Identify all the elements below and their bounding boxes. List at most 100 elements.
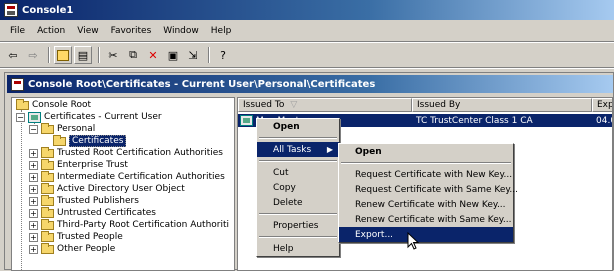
- tree-label: Personal: [57, 124, 96, 134]
- column-issued-to[interactable]: Issued To ▽: [238, 98, 412, 112]
- forward-arrow-icon[interactable]: ⇨: [24, 46, 42, 64]
- tree-item-enterprise-trust[interactable]: + Enterprise Trust: [29, 158, 128, 171]
- show-tree-icon[interactable]: ▤: [74, 46, 92, 64]
- folder-icon: [41, 182, 54, 194]
- window-title: Console1: [22, 4, 74, 16]
- folder-icon: [41, 194, 54, 206]
- tree-item-certificates-current-user[interactable]: − Certificates - Current User: [16, 111, 162, 123]
- copy-icon[interactable]: ⧉: [124, 46, 142, 64]
- expand-icon[interactable]: +: [29, 184, 38, 194]
- expand-icon[interactable]: +: [29, 196, 38, 206]
- menu-separator: [0, 41, 614, 43]
- menu-bar: File Action View Favorites Window Help: [0, 22, 614, 40]
- toolbar-separator: [48, 47, 50, 63]
- folder-icon: [41, 170, 54, 182]
- menu-item-request-new-key[interactable]: Request Certificate with New Key...: [339, 167, 513, 182]
- up-folder-icon[interactable]: [54, 46, 72, 64]
- tree-label: Trusted People: [57, 232, 123, 242]
- menu-item-cut[interactable]: Cut: [257, 165, 339, 180]
- menu-item-properties[interactable]: Properties: [257, 218, 339, 233]
- tree-item-intermediate-ca[interactable]: + Intermediate Certification Authorities: [29, 170, 225, 183]
- menu-item-renew-new-key[interactable]: Renew Certificate with New Key...: [339, 197, 513, 212]
- menu-item-all-tasks[interactable]: All Tasks ▶: [257, 142, 339, 157]
- mmc-child-icon: [11, 77, 24, 91]
- menu-separator: [259, 213, 337, 215]
- help-icon[interactable]: ?: [214, 46, 232, 64]
- menu-item-renew-same-key[interactable]: Renew Certificate with Same Key...: [339, 212, 513, 227]
- child-window-title-bar[interactable]: Console Root\Certificates - Current User…: [7, 75, 613, 93]
- menu-item-open[interactable]: Open: [339, 144, 513, 159]
- tree-item-trusted-publishers[interactable]: + Trusted Publishers: [29, 194, 139, 207]
- menu-item-open[interactable]: Open: [257, 119, 339, 134]
- menu-window[interactable]: Window: [157, 26, 205, 36]
- collapse-icon[interactable]: −: [16, 112, 25, 122]
- menu-separator: [341, 162, 511, 164]
- back-arrow-icon[interactable]: ⇦: [4, 46, 22, 64]
- tree-label: Console Root: [32, 100, 91, 110]
- tree-item-other-people[interactable]: + Other People: [29, 242, 115, 255]
- menu-help[interactable]: Help: [205, 26, 238, 36]
- open-folder-icon: [41, 122, 54, 134]
- menu-item-label: All Tasks: [273, 144, 312, 155]
- menu-favorites[interactable]: Favorites: [105, 26, 158, 36]
- column-label: Expira: [597, 100, 613, 110]
- menu-item-copy[interactable]: Copy: [257, 180, 339, 195]
- tree-item-personal[interactable]: − Personal: [29, 122, 96, 135]
- folder-icon: [41, 158, 54, 170]
- column-label: Issued To: [243, 100, 285, 110]
- folder-icon: [41, 242, 54, 254]
- submenu-arrow-icon: ▶: [326, 145, 333, 154]
- collapse-icon[interactable]: −: [29, 124, 38, 134]
- tree-connector: [21, 110, 22, 270]
- expand-icon[interactable]: +: [29, 220, 38, 230]
- expand-icon[interactable]: +: [29, 244, 38, 254]
- tree-item-untrusted[interactable]: + Untrusted Certificates: [29, 206, 156, 219]
- delete-icon[interactable]: ✕: [144, 46, 162, 64]
- cut-icon[interactable]: ✂: [104, 46, 122, 64]
- cell-expiration: 04.06.: [596, 115, 612, 126]
- menu-separator: [259, 236, 337, 238]
- tree-item-ad-user-object[interactable]: + Active Directory User Object: [29, 182, 185, 195]
- cell-issued-by: TC TrustCenter Class 1 CA: [416, 115, 533, 126]
- menu-item-help[interactable]: Help: [257, 241, 339, 256]
- tree-item-certificates[interactable]: Certificates: [53, 134, 127, 147]
- column-expiration[interactable]: Expira: [592, 98, 613, 112]
- expand-icon[interactable]: +: [29, 232, 38, 242]
- menu-item-request-same-key[interactable]: Request Certificate with Same Key...: [339, 182, 518, 197]
- tree-label: Enterprise Trust: [57, 160, 128, 170]
- column-label: Issued By: [417, 100, 461, 110]
- child-window-title: Console Root\Certificates - Current User…: [28, 78, 376, 90]
- properties-icon[interactable]: ▣: [164, 46, 182, 64]
- certificate-icon: [240, 115, 253, 126]
- tree-item-console-root[interactable]: Console Root: [16, 98, 91, 111]
- expand-icon[interactable]: +: [29, 160, 38, 170]
- tree-label: Certificates - Current User: [44, 112, 162, 122]
- tree-label: Certificates: [69, 135, 127, 147]
- tree-label: Trusted Publishers: [57, 196, 139, 206]
- context-menu: Open All Tasks ▶ Cut Copy Delete Propert…: [256, 118, 340, 257]
- menu-item-export[interactable]: Export...: [339, 227, 513, 242]
- export-list-icon[interactable]: ⇲: [184, 46, 202, 64]
- menu-view[interactable]: View: [71, 26, 104, 36]
- toolbar: ⇦ ⇨ ▤ ✂ ⧉ ✕ ▣ ⇲ ?: [0, 44, 614, 66]
- folder-icon: [41, 230, 54, 242]
- folder-icon: [41, 206, 54, 218]
- tree-item-trusted-root[interactable]: + Trusted Root Certification Authorities: [29, 146, 223, 159]
- folder-icon: [41, 146, 54, 158]
- list-header: Issued To ▽ Issued By Expira: [238, 98, 613, 112]
- open-folder-icon: [53, 134, 66, 146]
- expand-icon[interactable]: +: [29, 172, 38, 182]
- tree-item-third-party-root[interactable]: + Third-Party Root Certification Authori…: [29, 218, 229, 231]
- expand-icon[interactable]: +: [29, 208, 38, 218]
- tree-item-trusted-people[interactable]: + Trusted People: [29, 230, 123, 243]
- sort-indicator-icon: ▽: [290, 100, 298, 110]
- menu-item-delete[interactable]: Delete: [257, 195, 339, 210]
- window-title-bar[interactable]: Console1: [0, 0, 614, 20]
- console-tree[interactable]: Console Root − Certificates - Current Us…: [11, 97, 235, 271]
- menu-separator: [259, 160, 337, 162]
- tree-label: Intermediate Certification Authorities: [57, 172, 225, 182]
- column-issued-by[interactable]: Issued By: [412, 98, 592, 112]
- menu-file[interactable]: File: [4, 26, 31, 36]
- expand-icon[interactable]: +: [29, 148, 38, 158]
- menu-action[interactable]: Action: [31, 26, 71, 36]
